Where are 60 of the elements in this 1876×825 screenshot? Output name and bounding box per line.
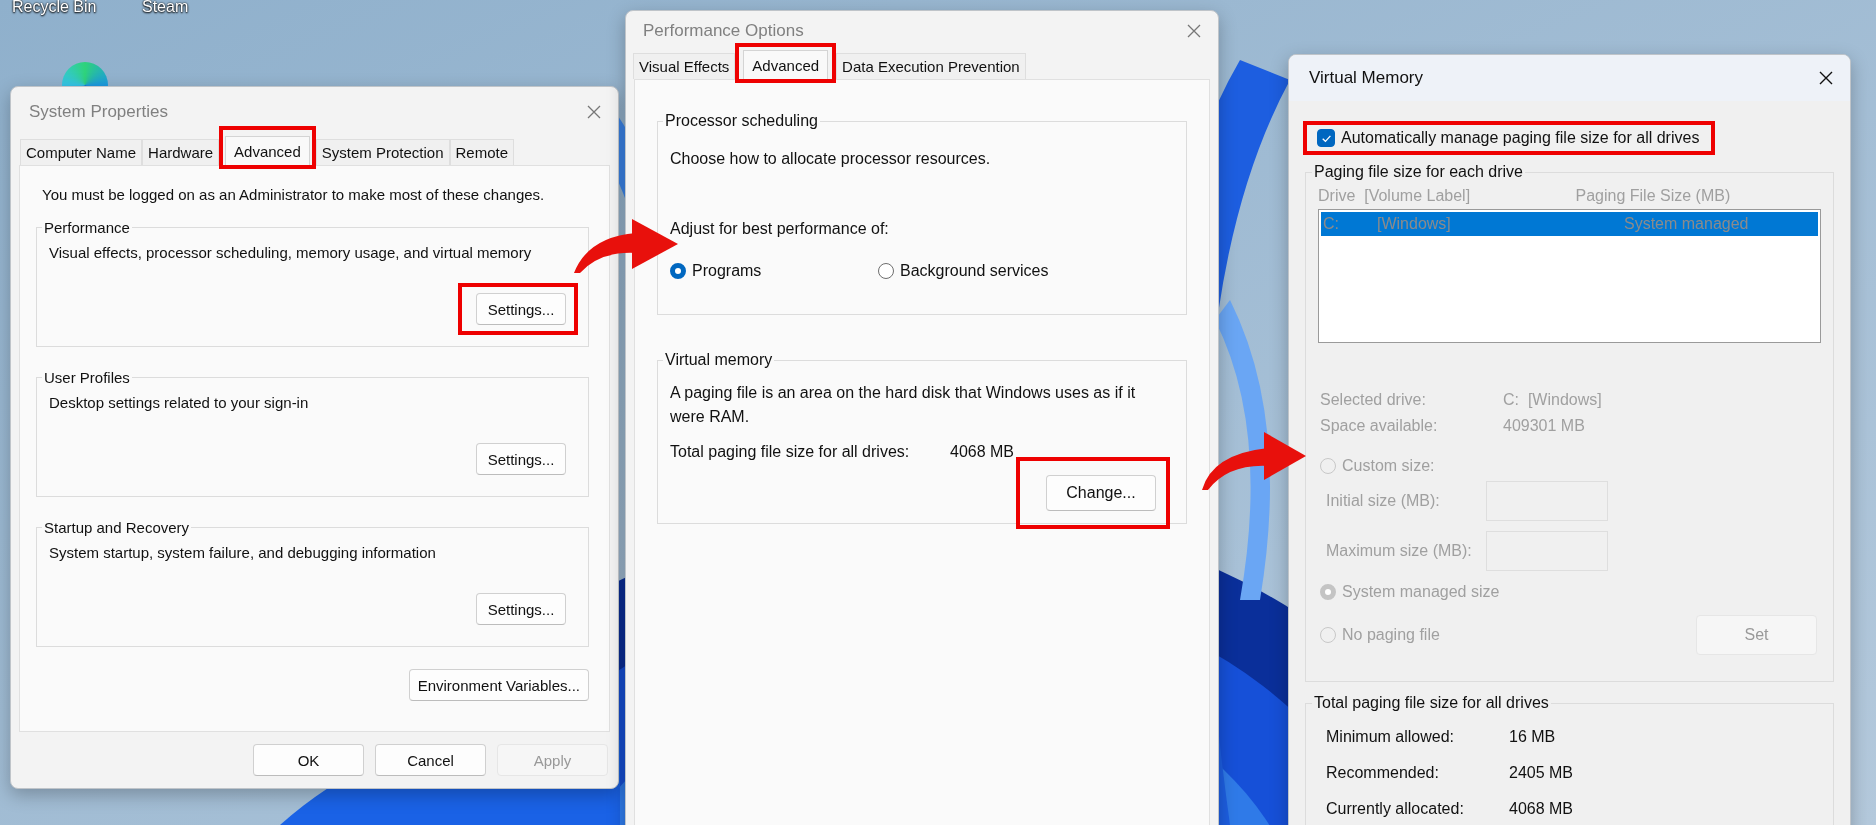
group-description: A paging file is an area on the hard disk that Windows uses as if it were RAM. [670, 383, 1137, 427]
change-button[interactable]: Change... [1046, 475, 1156, 511]
group-description: Visual effects, processor scheduling, memory usage, and virtual memory [49, 244, 533, 261]
group-description: Choose how to allocate processor resources. [670, 150, 992, 168]
info-value: C: [Windows] [1503, 391, 1603, 409]
group-title: Processor scheduling [664, 112, 819, 130]
volume-label: [Windows] [1377, 215, 1452, 233]
info-label: Space available: [1320, 417, 1439, 435]
tab[interactable]: Hardware [142, 139, 220, 165]
group-title: Paging file size for each drive [1313, 163, 1524, 181]
group-title: Total paging file size for all drives [1313, 694, 1550, 712]
radio-button[interactable]: Background services [878, 262, 1086, 280]
drive-letter: C: [1322, 215, 1340, 233]
field-label: Initial size (MB): [1326, 492, 1441, 510]
window-title: Virtual Memory [1309, 68, 1423, 88]
total-value: 4068 MB [950, 443, 1015, 461]
column-header: Paging File Size (MB) [1575, 187, 1732, 205]
prompt-text: Adjust for best performance of: [670, 220, 890, 238]
tab[interactable]: System Protection [315, 139, 450, 165]
environment-variables-button[interactable]: Environment Variables... [408, 669, 589, 701]
dialog-button[interactable]: Cancel [375, 744, 486, 776]
total-value: 2405 MB [1509, 764, 1575, 782]
info-label: Selected drive: [1320, 391, 1427, 409]
settings-button[interactable]: Settings... [476, 293, 566, 325]
group-title: Performance [43, 219, 131, 236]
group-title: Virtual memory [664, 351, 774, 369]
radio-button[interactable]: Programs [670, 262, 878, 280]
checkbox-label: Automatically manage paging file size for all drives [1341, 129, 1700, 147]
dialog-button[interactable]: OK [253, 744, 364, 776]
tab[interactable]: Data Execution Prevention [836, 53, 1026, 79]
window-title: System Properties [29, 102, 168, 122]
checkbox[interactable] [1317, 129, 1335, 147]
settings-button[interactable]: Settings... [476, 593, 566, 625]
total-label: Recommended: [1326, 764, 1440, 782]
window-title: Performance Options [643, 21, 804, 41]
tab[interactable]: Visual Effects [633, 53, 736, 79]
tab[interactable]: Remote [449, 139, 515, 165]
total-label: Total paging file size for all drives: [670, 443, 911, 461]
total-value: 16 MB [1509, 728, 1557, 746]
info-text: You must be logged on as an Administrator to make most of these changes. [42, 186, 546, 203]
tab[interactable]: Advanced [225, 136, 310, 165]
field-label: Maximum size (MB): [1326, 542, 1473, 560]
close-icon[interactable] [1818, 70, 1834, 86]
group-title: User Profiles [43, 369, 131, 386]
total-value: 4068 MB [1509, 800, 1575, 818]
radio-label: Custom size: [1342, 457, 1435, 475]
total-label: Currently allocated: [1326, 800, 1465, 818]
column-header: Drive [Volume Label] [1318, 187, 1472, 205]
total-label: Minimum allowed: [1326, 728, 1456, 746]
group-description: System startup, system failure, and debugging information [49, 544, 437, 561]
settings-button[interactable]: Settings... [476, 443, 566, 475]
tab[interactable]: Advanced [743, 50, 829, 79]
radio-label: Programs [692, 262, 762, 280]
radio-label: Background services [900, 262, 1049, 280]
tab[interactable]: Computer Name [20, 139, 143, 165]
group-title: Startup and Recovery [43, 519, 191, 536]
info-value: 409301 MB [1503, 417, 1586, 435]
paging-size: System managed [1624, 215, 1749, 233]
radio-label: No paging file [1342, 626, 1440, 644]
group-description: Desktop settings related to your sign-in [49, 394, 310, 411]
